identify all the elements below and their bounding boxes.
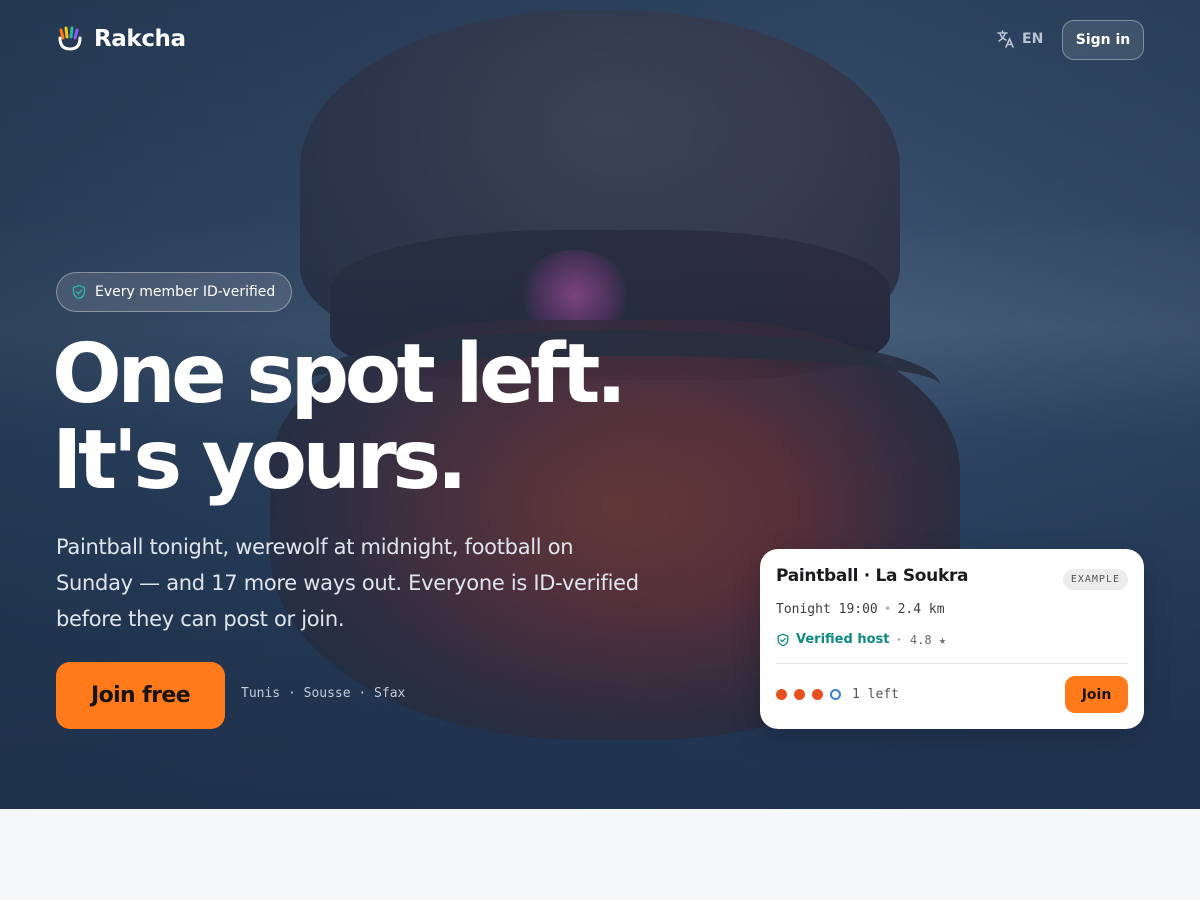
hero-subtext: Paintball tonight, werewolf at midnight,… (56, 535, 639, 631)
spots-left-text: 1 left (852, 687, 899, 702)
translate-icon (997, 30, 1014, 48)
language-label: EN (1022, 31, 1044, 47)
shield-check-icon (777, 633, 789, 646)
spot-taken-dot (812, 689, 823, 700)
example-event-card: Paintball · La Soukra EXAMPLE Tonight 19… (760, 549, 1144, 729)
hero-section: Rakcha EN Sign in Every member ID-verifi… (0, 0, 1200, 809)
spot-taken-dot (794, 689, 805, 700)
join-free-button[interactable]: Join free (56, 662, 225, 729)
headline-line-2: It's yours. (52, 413, 468, 508)
example-tag: EXAMPLE (1062, 569, 1128, 590)
language-selector[interactable]: EN (996, 29, 1043, 49)
spots-indicator: 1 left (776, 687, 899, 702)
card-divider (776, 663, 1128, 664)
below-hero-section (0, 809, 1200, 900)
event-meta: Tonight 19:00 • 2.4 km (776, 602, 945, 617)
verification-badge: Every member ID-verified (56, 272, 293, 312)
sign-in-button[interactable]: Sign in (1062, 20, 1144, 60)
city-list: Tunis · Sousse · Sfax (241, 686, 406, 701)
event-time: Tonight 19:00 (776, 602, 878, 617)
host-info: Verified host · 4.8 ★ (776, 632, 946, 647)
card-join-button[interactable]: Join (1065, 676, 1128, 713)
event-distance: 2.4 km (897, 602, 945, 617)
shield-check-icon (72, 284, 86, 300)
verified-host-label: Verified host (796, 632, 890, 647)
event-title: Paintball · La Soukra (776, 566, 969, 586)
hand-logo-icon (58, 26, 82, 51)
hero-headline: One spot left. It's yours. (52, 332, 752, 504)
badge-text: Every member ID-verified (95, 284, 276, 300)
brand-logo-link[interactable]: Rakcha (56, 26, 186, 52)
spot-taken-dot (776, 689, 787, 700)
headline-line-1: One spot left. (52, 327, 627, 422)
meta-separator: • (883, 602, 892, 617)
host-rating: · 4.8 ★ (895, 632, 947, 647)
spot-open-dot (830, 689, 841, 700)
brand-name: Rakcha (94, 26, 186, 52)
